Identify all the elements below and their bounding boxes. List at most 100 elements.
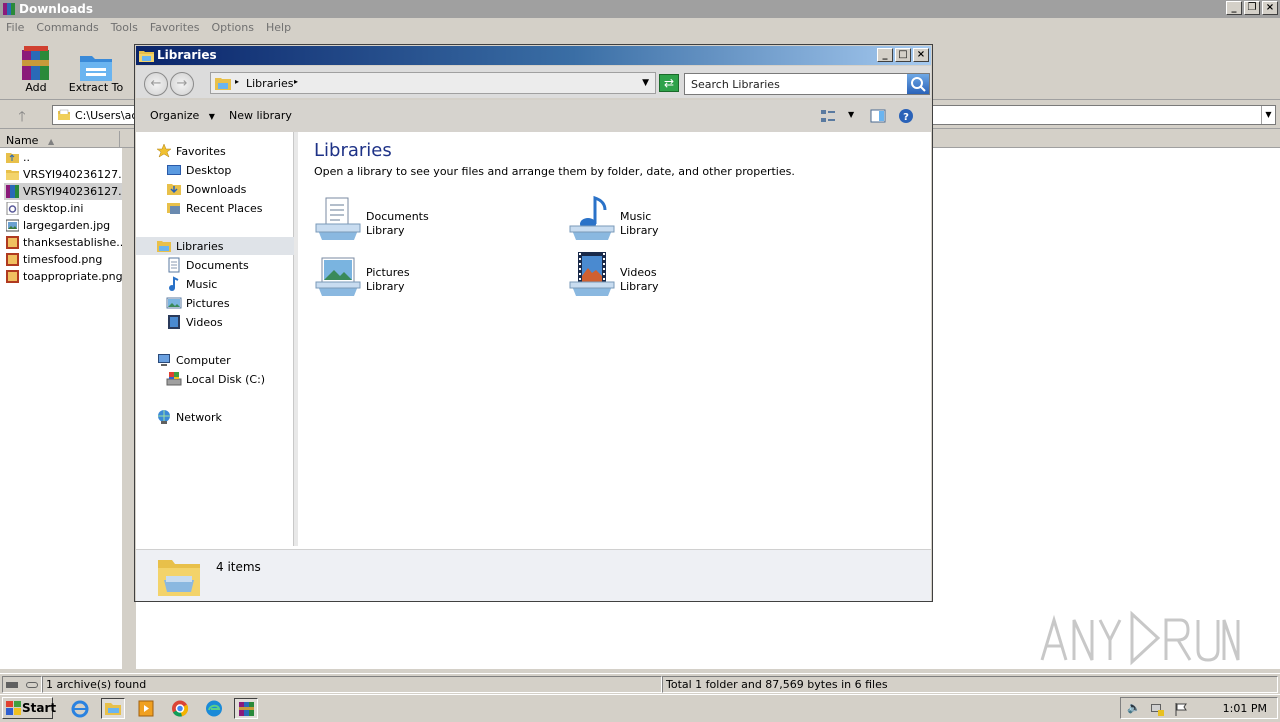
file-name: timesfood.png xyxy=(23,253,103,266)
chevron-down-icon[interactable]: ▼ xyxy=(1261,106,1275,124)
nav-videos[interactable]: Videos xyxy=(166,313,292,331)
organize-button[interactable]: Organize ▼ xyxy=(150,109,215,122)
nav-favorites[interactable]: Favorites xyxy=(156,142,292,160)
network-status-icon[interactable] xyxy=(1149,701,1165,717)
forward-button[interactable]: → xyxy=(170,72,194,96)
file-name: largegarden.jpg xyxy=(23,219,111,232)
taskbar-edge[interactable] xyxy=(202,698,226,719)
videos-library-icon xyxy=(569,252,615,296)
close-button[interactable]: × xyxy=(1262,1,1278,15)
nav-label: Libraries xyxy=(176,240,224,253)
image-file-icon xyxy=(6,270,19,283)
nav-recent-places[interactable]: Recent Places xyxy=(166,199,292,217)
breadcrumb[interactable]: ▸ Libraries ▸ ▼ xyxy=(210,72,656,94)
column-header-filler xyxy=(932,131,1280,148)
library-videos[interactable]: Videos Library xyxy=(568,250,768,302)
menu-tools[interactable]: Tools xyxy=(105,18,144,38)
add-button[interactable]: Add xyxy=(8,44,64,98)
recent-places-icon xyxy=(167,203,180,214)
pictures-library-icon xyxy=(315,257,361,296)
list-item[interactable]: toappropriate.png xyxy=(4,268,122,285)
libraries-folder-icon xyxy=(139,51,154,62)
folder-icon xyxy=(105,703,121,715)
list-item[interactable]: VRSYI940236127... xyxy=(4,183,122,200)
volume-icon[interactable]: 🔈 xyxy=(1127,701,1143,717)
menu-favorites[interactable]: Favorites xyxy=(144,18,206,38)
key-icon xyxy=(25,682,38,688)
chevron-right-icon[interactable]: ▸ xyxy=(235,77,239,86)
search-input[interactable]: Search Libraries xyxy=(684,73,930,95)
clock[interactable]: 1:01 PM xyxy=(1223,702,1267,715)
nav-label: Favorites xyxy=(176,145,226,158)
taskbar-explorer[interactable] xyxy=(101,698,125,719)
taskbar-media-player[interactable] xyxy=(134,698,158,719)
close-button[interactable]: × xyxy=(913,48,929,62)
restore-button[interactable]: ❐ xyxy=(1244,1,1260,15)
documents-library-icon xyxy=(315,197,361,240)
winrar-icon xyxy=(239,702,254,716)
taskbar-winrar[interactable] xyxy=(234,698,258,719)
folder-icon xyxy=(6,170,19,180)
list-item[interactable]: .. xyxy=(4,149,122,166)
libraries-description: Open a library to see your files and arr… xyxy=(314,165,795,178)
list-item[interactable]: thanksestablishe... xyxy=(4,234,122,251)
library-name: Pictures xyxy=(366,266,410,279)
taskbar-internet-explorer[interactable] xyxy=(68,698,92,719)
refresh-button[interactable]: ⇄ xyxy=(659,74,679,92)
taskbar-chrome[interactable] xyxy=(168,698,192,719)
nav-libraries[interactable]: Libraries xyxy=(136,237,294,255)
organize-label: Organize xyxy=(150,109,200,122)
parent-folder-icon xyxy=(6,153,19,163)
library-music[interactable]: Music Library xyxy=(568,194,768,246)
column-name-label: Name xyxy=(6,134,39,147)
library-documents[interactable]: Documents Library xyxy=(314,194,514,246)
search-button[interactable] xyxy=(907,74,929,94)
nav-music[interactable]: Music xyxy=(166,275,292,293)
back-button[interactable]: ← xyxy=(144,72,168,96)
list-item[interactable]: timesfood.png xyxy=(4,251,122,268)
nav-downloads[interactable]: Downloads xyxy=(166,180,292,198)
extract-to-button[interactable]: Extract To xyxy=(67,44,125,98)
search-placeholder: Search Libraries xyxy=(691,78,780,91)
preview-pane-icon[interactable] xyxy=(870,108,886,124)
libraries-window: Libraries _ □ × ← → ▸ Libraries ▸ ▼ ⇄ Se… xyxy=(134,44,933,602)
start-label: Start xyxy=(22,701,57,715)
list-item[interactable]: largegarden.jpg xyxy=(4,217,122,234)
menu-options[interactable]: Options xyxy=(206,18,260,38)
content-pane: Libraries Open a library to see your fil… xyxy=(298,132,931,546)
chevron-down-icon[interactable]: ▼ xyxy=(642,78,649,88)
list-item[interactable]: desktop.ini xyxy=(4,200,122,217)
internet-explorer-icon xyxy=(71,700,89,718)
drive-icon xyxy=(6,682,18,688)
nav-computer[interactable]: Computer xyxy=(156,351,292,369)
new-library-button[interactable]: New library xyxy=(229,109,292,122)
menu-commands[interactable]: Commands xyxy=(30,18,104,38)
column-name-header[interactable]: Name ▲ xyxy=(2,131,120,148)
nav-pictures[interactable]: Pictures xyxy=(166,294,292,312)
menu-help[interactable]: Help xyxy=(260,18,297,38)
menu-file[interactable]: File xyxy=(0,18,30,38)
view-options-chevron-icon[interactable]: ▼ xyxy=(848,110,854,119)
library-pictures[interactable]: Pictures Library xyxy=(314,250,514,302)
change-view-icon[interactable] xyxy=(820,108,836,124)
file-list-pane: .. VRSYI940236127... VRSYI940236127... d… xyxy=(0,148,122,669)
nav-desktop[interactable]: Desktop xyxy=(166,161,292,179)
nav-network[interactable]: Network xyxy=(156,408,292,426)
action-center-flag-icon[interactable] xyxy=(1173,701,1189,717)
svg-text:?: ? xyxy=(903,112,909,123)
status-icons xyxy=(2,676,42,693)
breadcrumb-libraries[interactable]: Libraries xyxy=(246,77,294,90)
up-arrow-icon[interactable]: 🡑 xyxy=(12,106,32,125)
help-icon[interactable]: ? xyxy=(898,108,914,124)
chevron-right-icon[interactable]: ▸ xyxy=(294,77,298,86)
minimize-button[interactable]: _ xyxy=(1226,1,1242,15)
media-player-icon xyxy=(138,700,154,717)
start-button[interactable]: Start xyxy=(2,697,57,719)
nav-documents[interactable]: Documents xyxy=(166,256,292,274)
libraries-icon xyxy=(157,241,171,252)
extract-folder-icon xyxy=(80,56,112,81)
list-item[interactable]: VRSYI940236127... xyxy=(4,166,122,183)
maximize-button[interactable]: □ xyxy=(895,48,911,62)
nav-local-disk[interactable]: Local Disk (C:) xyxy=(166,370,292,388)
minimize-button[interactable]: _ xyxy=(877,48,893,62)
